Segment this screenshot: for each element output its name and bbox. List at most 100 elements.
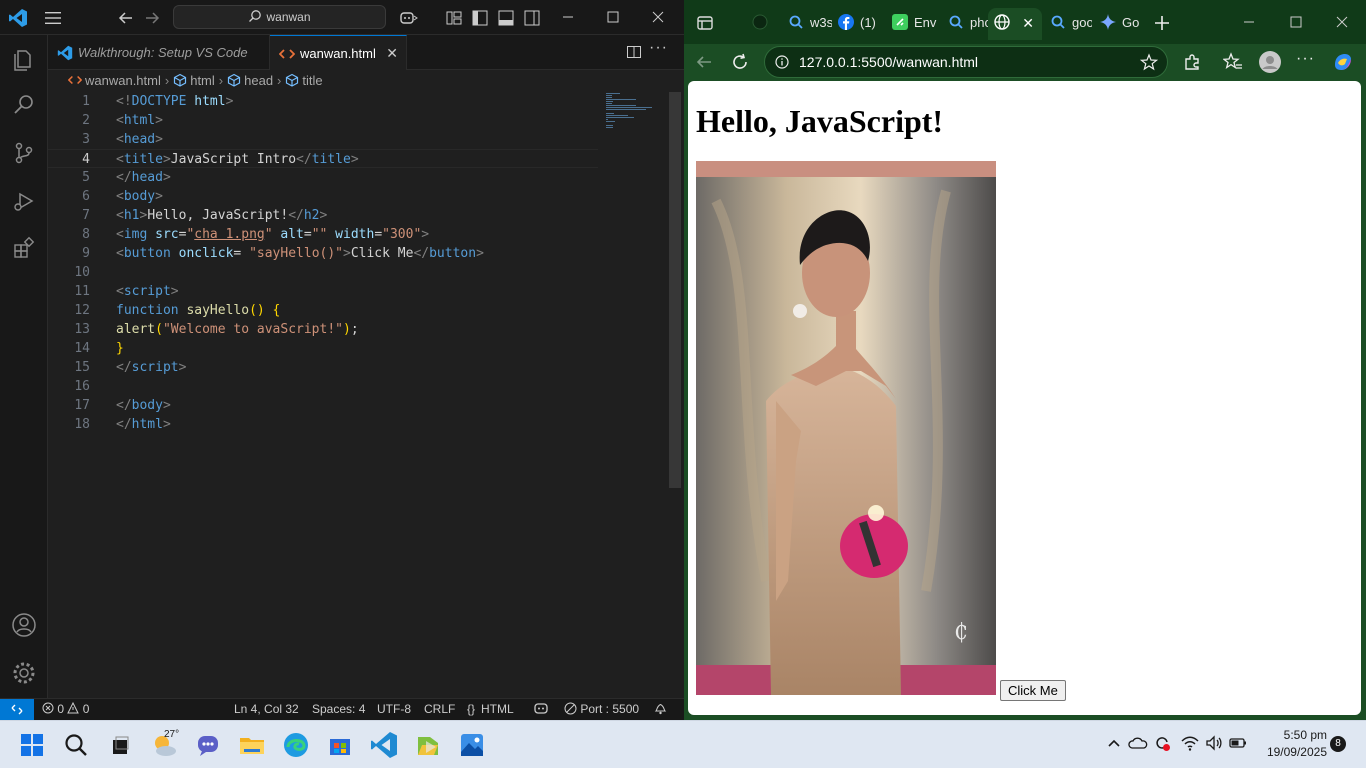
back-arrow-icon[interactable] [116, 8, 136, 28]
tab-walkthrough[interactable]: Walkthrough: Setup VS Code [48, 35, 270, 70]
maximize-icon[interactable] [1284, 11, 1308, 33]
minimap[interactable] [604, 92, 656, 132]
breadcrumb-head[interactable]: head [227, 70, 273, 92]
more-actions-icon[interactable]: ··· [649, 39, 668, 57]
command-center-search[interactable]: wanwan [173, 5, 386, 29]
line-number: 7 [82, 208, 90, 223]
chevron-up-icon[interactable] [1104, 733, 1124, 753]
problems-indicator[interactable]: 0 0 [42, 699, 89, 720]
breadcrumb-html[interactable]: html [173, 70, 215, 92]
microsoft-store-icon[interactable] [324, 729, 356, 761]
run-debug-icon[interactable] [10, 187, 38, 215]
tab-wanwan-html[interactable]: wanwan.html ✕ [270, 35, 407, 70]
explorer-icon[interactable] [10, 45, 38, 73]
teams-chat-icon[interactable] [192, 729, 224, 761]
info-icon[interactable] [775, 55, 789, 69]
favorites-icon[interactable] [1223, 52, 1243, 72]
line-number: 12 [74, 303, 90, 318]
notification-badge[interactable]: 8 [1330, 736, 1346, 752]
indentation[interactable]: Spaces: 4 [312, 699, 365, 720]
tab-actions-icon[interactable] [696, 14, 714, 32]
language-label: HTML [481, 702, 514, 716]
settings-more-icon[interactable]: ··· [1296, 50, 1315, 68]
extensions-icon[interactable] [10, 235, 38, 263]
cursor-position[interactable]: Ln 4, Col 32 [234, 699, 299, 720]
search-icon[interactable] [60, 729, 92, 761]
onedrive-cloud-icon[interactable] [1128, 733, 1148, 753]
volume-icon[interactable] [1204, 733, 1224, 753]
start-windows-icon[interactable] [16, 729, 48, 761]
notifications-bell-icon[interactable] [654, 699, 667, 720]
braces-icon: {} [467, 702, 476, 716]
photos-app-icon[interactable] [456, 729, 488, 761]
code-line: 3 <head> [48, 130, 598, 149]
svg-text:₵: ₵ [954, 620, 968, 645]
favorite-star-icon[interactable] [1140, 53, 1158, 71]
line-number: 5 [82, 170, 90, 185]
search-sidebar-icon[interactable] [10, 91, 38, 119]
clock-time: 5:50 pm [1283, 728, 1327, 742]
code-line: 6 <body> [48, 187, 598, 206]
vscode-logo-icon [9, 9, 27, 27]
file-explorer-icon[interactable] [236, 729, 268, 761]
line-ending[interactable]: CRLF [424, 699, 455, 720]
toggle-panel-icon[interactable] [496, 8, 516, 28]
tab-label: goo [1072, 15, 1092, 30]
refresh-icon[interactable] [730, 52, 750, 72]
url-text: 127.0.0.1:5500/wanwan.html [799, 54, 979, 70]
copilot-status-icon[interactable] [533, 699, 549, 720]
maximize-icon[interactable] [601, 6, 625, 28]
close-window-icon[interactable] [646, 6, 670, 28]
accounts-icon[interactable] [10, 611, 38, 639]
breadcrumb-title[interactable]: title [285, 70, 323, 92]
browser-tab[interactable]: Go [1096, 8, 1146, 40]
tab-label: Go [1122, 15, 1140, 30]
toggle-primary-sidebar-icon[interactable] [470, 8, 490, 28]
minimize-icon[interactable] [556, 6, 580, 28]
line-number: 6 [82, 189, 90, 204]
live-server-port[interactable]: Port : 5500 [564, 699, 639, 720]
update-sync-icon[interactable] [1152, 733, 1172, 753]
wifi-icon[interactable] [1180, 733, 1200, 753]
editor-scrollbar[interactable] [669, 92, 681, 488]
new-tab-plus-icon[interactable] [1152, 13, 1172, 33]
close-window-icon[interactable] [1330, 11, 1354, 33]
manage-gear-icon[interactable] [10, 659, 38, 687]
split-editor-icon[interactable] [626, 44, 642, 60]
breadcrumb-file[interactable]: wanwan.html [68, 70, 161, 92]
menu-icon[interactable] [44, 10, 62, 26]
forward-arrow-icon[interactable] [142, 8, 162, 28]
system-clock[interactable]: 5:50 pm 19/09/2025 [1255, 727, 1327, 761]
code-editor[interactable]: 1 <!DOCTYPE html> 2 <html> 3 <head> 4 <title… [48, 92, 668, 698]
back-arrow-icon[interactable] [694, 52, 714, 72]
address-bar[interactable]: 127.0.0.1:5500/wanwan.html [764, 46, 1168, 78]
file-manager-app-icon[interactable] [412, 729, 444, 761]
code-line: 13 alert("Welcome to avaScript!"); [48, 320, 598, 339]
browser-tab-active[interactable]: ✕ [988, 8, 1042, 40]
language-mode[interactable]: {} HTML [467, 699, 514, 720]
battery-icon[interactable] [1228, 733, 1248, 753]
toggle-secondary-sidebar-icon[interactable] [522, 8, 542, 28]
copilot-logo-icon[interactable] [1332, 51, 1354, 73]
remote-indicator[interactable] [0, 699, 34, 720]
browser-tab[interactable] [742, 8, 780, 40]
browser-tab[interactable]: Env [888, 8, 940, 40]
close-tab-icon[interactable]: ✕ [1022, 8, 1034, 38]
source-control-icon[interactable] [10, 139, 38, 167]
browser-tab[interactable]: (1) [834, 8, 884, 40]
layout-customize-icon[interactable] [444, 8, 464, 28]
browser-tab[interactable]: w3s [784, 8, 832, 40]
task-view-icon[interactable] [104, 729, 136, 761]
minimize-icon[interactable] [1237, 11, 1261, 33]
copilot-icon[interactable] [398, 8, 418, 28]
vscode-taskbar-icon[interactable] [368, 729, 400, 761]
edge-browser-icon[interactable] [280, 729, 312, 761]
profile-avatar-icon[interactable] [1258, 50, 1282, 74]
encoding[interactable]: UTF-8 [377, 699, 411, 720]
browser-tab[interactable]: goo [1046, 8, 1092, 40]
browser-tab[interactable]: pho [944, 8, 988, 40]
click-me-button[interactable]: Click Me [1000, 680, 1066, 701]
close-tab-icon[interactable]: ✕ [386, 36, 398, 71]
extensions-puzzle-icon[interactable] [1182, 52, 1202, 72]
facebook-icon [838, 14, 854, 30]
